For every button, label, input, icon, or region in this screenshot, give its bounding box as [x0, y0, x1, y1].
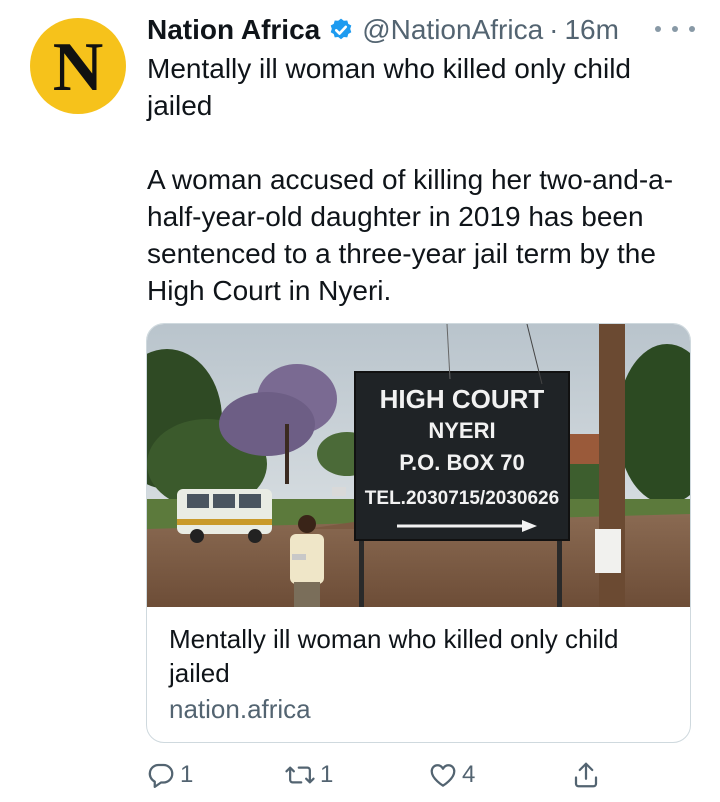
- account-handle[interactable]: @NationAfrica: [362, 14, 543, 46]
- card-title[interactable]: Mentally ill woman who killed only child…: [169, 622, 669, 690]
- sign-line-2: NYERI: [428, 418, 495, 443]
- avatar[interactable]: N: [30, 18, 126, 114]
- avatar-letter: N: [52, 29, 104, 106]
- tweet-headline: Mentally ill woman who killed only child…: [147, 53, 631, 121]
- link-card[interactable]: HIGH COURT NYERI P.O. BOX 70 TEL.2030715…: [146, 323, 691, 743]
- reply-count: 1: [180, 761, 194, 788]
- verified-badge-icon: [328, 17, 354, 43]
- account-name[interactable]: Nation Africa: [147, 14, 320, 46]
- tweet-text: Mentally ill woman who killed only child…: [147, 50, 702, 309]
- tweet-body: A woman accused of killing her two-and-a…: [147, 164, 674, 306]
- sign-line-4: TEL.2030715/2030626: [365, 488, 559, 509]
- sign-line-1: HIGH COURT: [380, 384, 545, 414]
- more-dot: [689, 26, 695, 32]
- reply-button[interactable]: 1: [146, 755, 193, 795]
- retweet-count: 1: [320, 761, 334, 788]
- card-domain[interactable]: nation.africa: [169, 694, 311, 725]
- retweet-icon: [284, 760, 316, 790]
- like-button[interactable]: 4: [428, 755, 475, 795]
- reply-icon: [146, 760, 176, 790]
- retweet-button[interactable]: 1: [284, 755, 333, 795]
- like-icon: [428, 760, 458, 790]
- more-dot: [672, 26, 678, 32]
- tweet-header: Nation Africa @NationAfrica · 16m: [147, 10, 619, 50]
- card-image[interactable]: HIGH COURT NYERI P.O. BOX 70 TEL.2030715…: [147, 324, 690, 607]
- sign-line-3: P.O. BOX 70: [399, 450, 525, 475]
- tweet-timestamp[interactable]: 16m: [564, 14, 618, 46]
- more-icon[interactable]: [655, 14, 695, 44]
- share-button[interactable]: [571, 755, 601, 795]
- like-count: 4: [462, 761, 476, 788]
- more-dot: [655, 26, 661, 32]
- share-icon: [571, 760, 601, 790]
- tweet-actions: 1 1 4: [146, 755, 616, 795]
- separator-dot: ·: [549, 14, 559, 45]
